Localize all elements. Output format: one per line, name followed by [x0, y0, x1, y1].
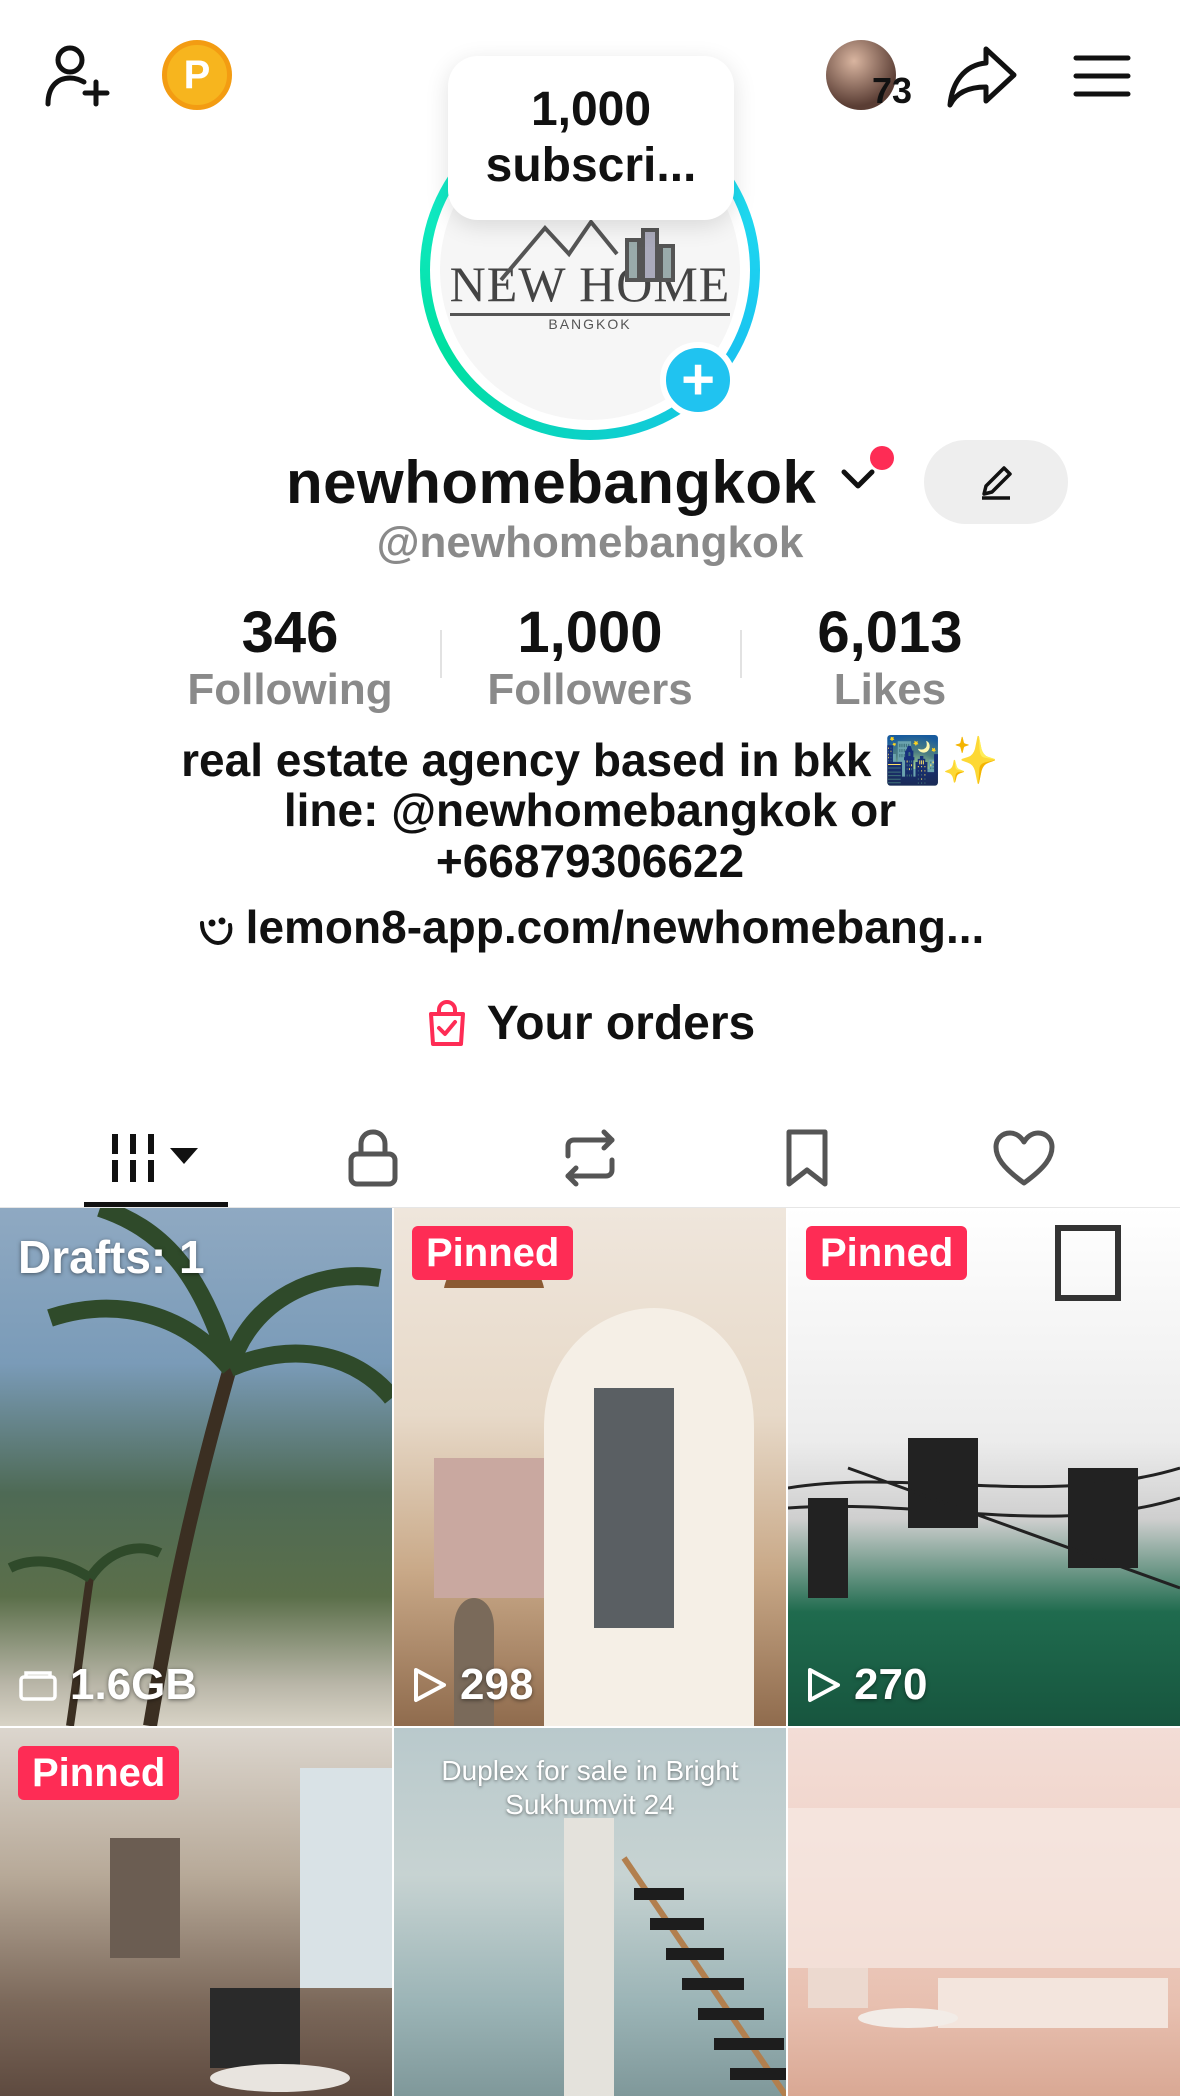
heart-icon — [993, 1130, 1055, 1186]
video-tile[interactable] — [788, 1728, 1180, 2096]
video-tile[interactable]: Pinned 298 — [394, 1208, 786, 1726]
bio-line-3: +66879306622 — [435, 835, 745, 887]
bio-link[interactable]: lemon8-app.com/newhomebang... — [0, 900, 1180, 958]
tab-favorites[interactable] — [689, 1110, 925, 1206]
pinned-badge: Pinned — [412, 1226, 574, 1280]
tab-reposts[interactable] — [472, 1110, 708, 1206]
edit-profile-button[interactable] — [924, 440, 1068, 524]
video-caption-line-1: Duplex for sale in Bright — [441, 1755, 739, 1786]
notification-dot — [870, 446, 894, 470]
lock-icon — [348, 1129, 398, 1187]
tab-liked[interactable] — [906, 1110, 1142, 1206]
bio-line-2: line: @newhomebangkok or — [283, 784, 897, 836]
stat-likes[interactable]: 6,013 Likes — [760, 600, 1020, 714]
folder-icon — [19, 1671, 57, 1701]
share-icon[interactable] — [940, 36, 1024, 116]
interior-arch-scene — [434, 1250, 754, 1726]
drafts-size-value: 1.6GB — [70, 1660, 198, 1709]
play-icon — [808, 1668, 840, 1702]
shopping-bag-icon — [428, 999, 465, 1046]
logo-sub-text: BANGKOK — [548, 315, 632, 332]
stat-following[interactable]: 346 Following — [160, 600, 420, 714]
repost-icon — [565, 1129, 615, 1187]
play-icon — [414, 1668, 446, 1702]
view-count-value: 298 — [460, 1660, 534, 1709]
profile-handle: @newhomebangkok — [376, 518, 804, 567]
bio-link-text: lemon8-app.com/newhomebang... — [245, 901, 985, 953]
video-caption: Duplex for sale in Bright Sukhumvit 24 — [394, 1754, 786, 1822]
stat-following-value: 346 — [241, 600, 339, 665]
account-switch-chevron-icon[interactable] — [840, 466, 876, 497]
videos-grid-icon — [112, 1134, 198, 1182]
drafts-size: 1.6GB — [18, 1660, 197, 1710]
video-caption-line-2: Sukhumvit 24 — [505, 1789, 675, 1820]
menu-icon[interactable] — [1066, 44, 1138, 108]
profile-viewer-count[interactable]: 73 — [872, 70, 912, 112]
building-scene — [788, 1225, 1180, 1598]
coin-letter: P — [183, 52, 211, 97]
palm-tree-scene — [7, 1208, 392, 1726]
tab-private[interactable] — [255, 1110, 491, 1206]
view-count: 270 — [806, 1660, 927, 1710]
video-tile-drafts[interactable]: Drafts: 1 1.6GB — [0, 1208, 392, 1726]
add-story-button[interactable]: + — [660, 342, 736, 418]
tab-videos[interactable] — [38, 1110, 274, 1206]
video-tile[interactable]: Pinned — [0, 1728, 392, 2096]
stat-following-label: Following — [187, 665, 393, 714]
lemon8-icon — [196, 904, 236, 958]
pink-living-room-scene — [788, 1808, 1180, 2028]
bubble-line-2: subscri... — [485, 139, 697, 192]
stat-likes-value: 6,013 — [817, 600, 963, 665]
view-count: 298 — [412, 1660, 533, 1710]
view-count-value: 270 — [854, 1660, 928, 1709]
your-orders-label: Your orders — [486, 997, 756, 1050]
stat-followers[interactable]: 1,000 Followers — [460, 600, 720, 714]
stat-likes-label: Likes — [833, 665, 947, 714]
your-orders-button[interactable]: Your orders — [0, 996, 1180, 1051]
subscribers-bubble[interactable]: 1,000 subscri... — [448, 56, 734, 220]
bookmark-icon — [786, 1129, 828, 1187]
stat-divider — [740, 630, 742, 678]
drafts-label: Drafts: 1 — [18, 1231, 205, 1283]
video-tile[interactable]: Duplex for sale in Bright Sukhumvit 24 — [394, 1728, 786, 2096]
pencil-icon — [982, 466, 1012, 500]
pinned-badge: Pinned — [806, 1226, 968, 1280]
add-friend-icon[interactable] — [38, 36, 118, 116]
bio-line-1: real estate agency based in bkk 🌃✨ — [181, 734, 999, 786]
stat-followers-label: Followers — [487, 665, 693, 714]
coins-icon[interactable]: P — [162, 40, 232, 110]
profile-name[interactable]: newhomebangkok — [286, 448, 816, 517]
pinned-badge: Pinned — [18, 1746, 180, 1800]
stat-followers-value: 1,000 — [517, 600, 663, 665]
bubble-line-1: 1,000 — [530, 83, 652, 136]
stat-divider — [440, 630, 442, 678]
video-tile[interactable]: Pinned 270 — [788, 1208, 1180, 1726]
